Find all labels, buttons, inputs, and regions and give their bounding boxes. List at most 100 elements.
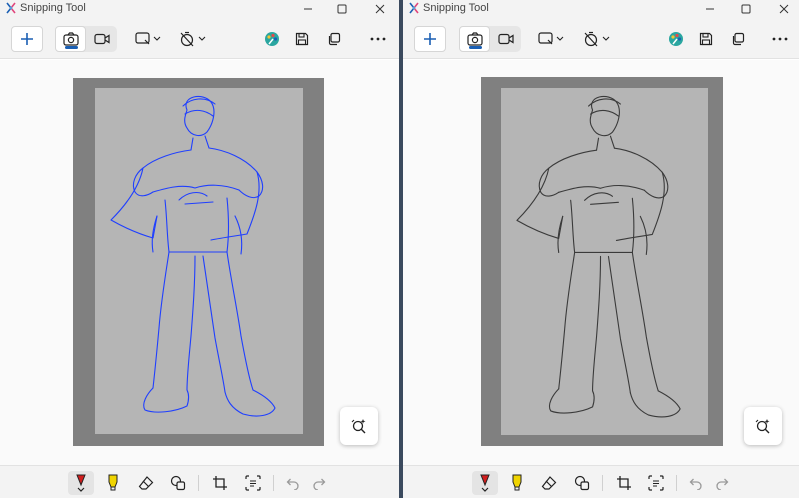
video-camera-icon: [497, 33, 514, 45]
shapes-button[interactable]: [569, 471, 595, 495]
camera-icon: [62, 32, 79, 46]
undo-button[interactable]: [682, 471, 708, 495]
image-canvas: [0, 60, 399, 465]
snipping-tool-window-right: Snipping Tool: [403, 0, 799, 498]
sketch-stroke: [558, 184, 645, 193]
visual-search-icon: [755, 419, 770, 434]
sketch-stroke: [226, 251, 254, 391]
sketch-stroke: [202, 255, 226, 393]
sketch-stroke: [208, 147, 264, 199]
text-actions-button[interactable]: [643, 471, 669, 495]
copy-button[interactable]: [725, 26, 751, 52]
highlighter-button[interactable]: [504, 471, 530, 495]
copy-icon: [328, 32, 341, 46]
text-actions-button[interactable]: [240, 471, 266, 495]
eraser-icon: [138, 476, 154, 490]
screenshot-image: [501, 88, 708, 435]
video-mode-button[interactable]: [490, 26, 521, 52]
more-horizontal-icon: [772, 37, 788, 41]
redo-button[interactable]: [710, 471, 736, 495]
text-actions-icon: [648, 475, 664, 491]
eraser-icon: [541, 476, 557, 490]
sketch-stroke: [190, 135, 210, 151]
close-button[interactable]: [769, 0, 799, 17]
snip-shape-dropdown[interactable]: [534, 26, 568, 52]
sketch-stroke: [516, 167, 564, 239]
edit-in-paint-button[interactable]: [259, 26, 285, 52]
title-bar[interactable]: Snipping Tool: [0, 0, 399, 17]
new-snip-button[interactable]: [414, 26, 446, 52]
delay-dropdown[interactable]: [176, 26, 210, 52]
sketch-stroke: [631, 251, 659, 392]
character-sketch-grey: [516, 95, 681, 418]
toolbar-separator: [273, 475, 274, 491]
copy-button[interactable]: [321, 26, 347, 52]
close-button[interactable]: [365, 0, 395, 17]
capture-mode-toggle: [55, 26, 117, 52]
screenshot-mode-button[interactable]: [55, 26, 86, 52]
sketch-stroke: [613, 147, 669, 199]
sketch-stroke: [570, 197, 635, 254]
plus-icon: [424, 33, 436, 45]
screenshot-mode-button[interactable]: [459, 26, 490, 52]
redo-icon: [313, 478, 326, 490]
highlighter-button[interactable]: [100, 471, 126, 495]
undo-icon: [689, 478, 702, 490]
sketch-stroke: [589, 95, 620, 137]
crop-icon: [213, 476, 227, 490]
ballpoint-pen-button[interactable]: [68, 471, 94, 495]
highlighter-icon: [108, 474, 118, 491]
eraser-button[interactable]: [133, 471, 159, 495]
video-mode-button[interactable]: [86, 26, 117, 52]
rectangle-snip-icon: [135, 32, 161, 45]
crop-button[interactable]: [207, 471, 233, 495]
crop-button[interactable]: [611, 471, 637, 495]
rectangle-snip-icon: [538, 32, 564, 45]
sketch-stroke: [143, 387, 190, 413]
ballpoint-pen-icon: [76, 474, 86, 492]
sketch-stroke: [186, 255, 196, 391]
sketch-stroke: [182, 98, 216, 117]
minimize-button[interactable]: [695, 0, 725, 17]
save-button[interactable]: [289, 26, 315, 52]
sketch-stroke: [184, 95, 215, 137]
sketch-stroke: [548, 388, 595, 414]
save-icon: [295, 32, 309, 46]
save-button[interactable]: [693, 26, 719, 52]
eraser-button[interactable]: [536, 471, 562, 495]
shapes-icon: [170, 475, 186, 491]
crop-icon: [617, 476, 631, 490]
highlighter-icon: [512, 474, 522, 491]
redo-button[interactable]: [307, 471, 333, 495]
minimize-button[interactable]: [293, 0, 323, 17]
shapes-button[interactable]: [165, 471, 191, 495]
ballpoint-pen-icon: [480, 474, 490, 492]
maximize-icon: [337, 4, 347, 13]
edit-in-paint-button[interactable]: [663, 26, 689, 52]
ballpoint-pen-button[interactable]: [472, 471, 498, 495]
new-snip-button[interactable]: [11, 26, 43, 52]
sketch-stroke: [588, 98, 621, 117]
more-horizontal-icon: [370, 37, 386, 41]
close-icon: [779, 4, 789, 13]
visual-search-button[interactable]: [744, 407, 782, 445]
undo-icon: [286, 478, 299, 490]
visual-search-button[interactable]: [340, 407, 378, 445]
camera-icon: [466, 32, 483, 46]
sketch-stroke: [178, 191, 214, 205]
maximize-button[interactable]: [731, 0, 761, 17]
sketch-stroke: [558, 251, 576, 390]
maximize-button[interactable]: [327, 0, 357, 17]
more-options-button[interactable]: [767, 26, 793, 52]
sketch-stroke: [110, 167, 158, 239]
text-actions-icon: [245, 475, 261, 491]
delay-dropdown[interactable]: [580, 26, 614, 52]
close-icon: [375, 4, 385, 13]
capture-mode-toggle: [459, 26, 521, 52]
plus-icon: [21, 33, 33, 45]
window-title: Snipping Tool: [423, 2, 489, 14]
more-options-button[interactable]: [365, 26, 391, 52]
undo-button[interactable]: [279, 471, 305, 495]
title-bar[interactable]: Snipping Tool: [403, 0, 799, 17]
snip-shape-dropdown[interactable]: [131, 26, 165, 52]
